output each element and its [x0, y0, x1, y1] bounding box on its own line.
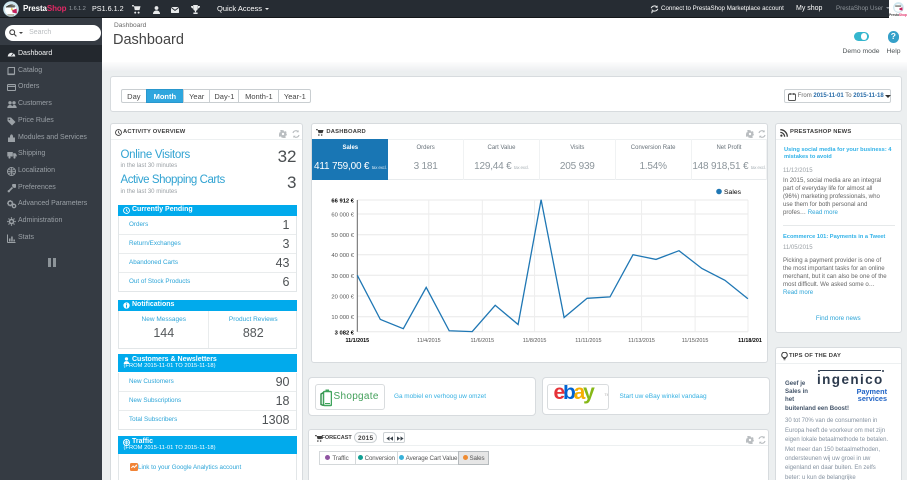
svg-text:60 000 €: 60 000 €	[332, 213, 355, 219]
svg-text:30 000 €: 30 000 €	[332, 274, 355, 280]
svg-text:11/11/2015: 11/11/2015	[576, 338, 602, 344]
svg-text:11/15/2015: 11/15/2015	[682, 338, 709, 344]
svg-text:40 000 €: 40 000 €	[332, 253, 355, 259]
svg-text:11/18/201: 11/18/201	[739, 338, 763, 344]
svg-text:11/6/2015: 11/6/2015	[471, 338, 495, 344]
svg-text:3 082 €: 3 082 €	[335, 330, 355, 336]
svg-text:11/13/2015: 11/13/2015	[629, 338, 656, 344]
svg-text:10 000 €: 10 000 €	[332, 315, 355, 321]
svg-text:11/4/2015: 11/4/2015	[417, 338, 441, 344]
svg-text:20 000 €: 20 000 €	[332, 295, 355, 301]
svg-text:11/8/2015: 11/8/2015	[523, 338, 547, 344]
svg-text:66 912 €: 66 912 €	[332, 199, 355, 205]
svg-text:Sales: Sales	[724, 189, 742, 196]
svg-text:50 000 €: 50 000 €	[332, 233, 355, 239]
svg-text:11/1/2015: 11/1/2015	[346, 338, 370, 344]
